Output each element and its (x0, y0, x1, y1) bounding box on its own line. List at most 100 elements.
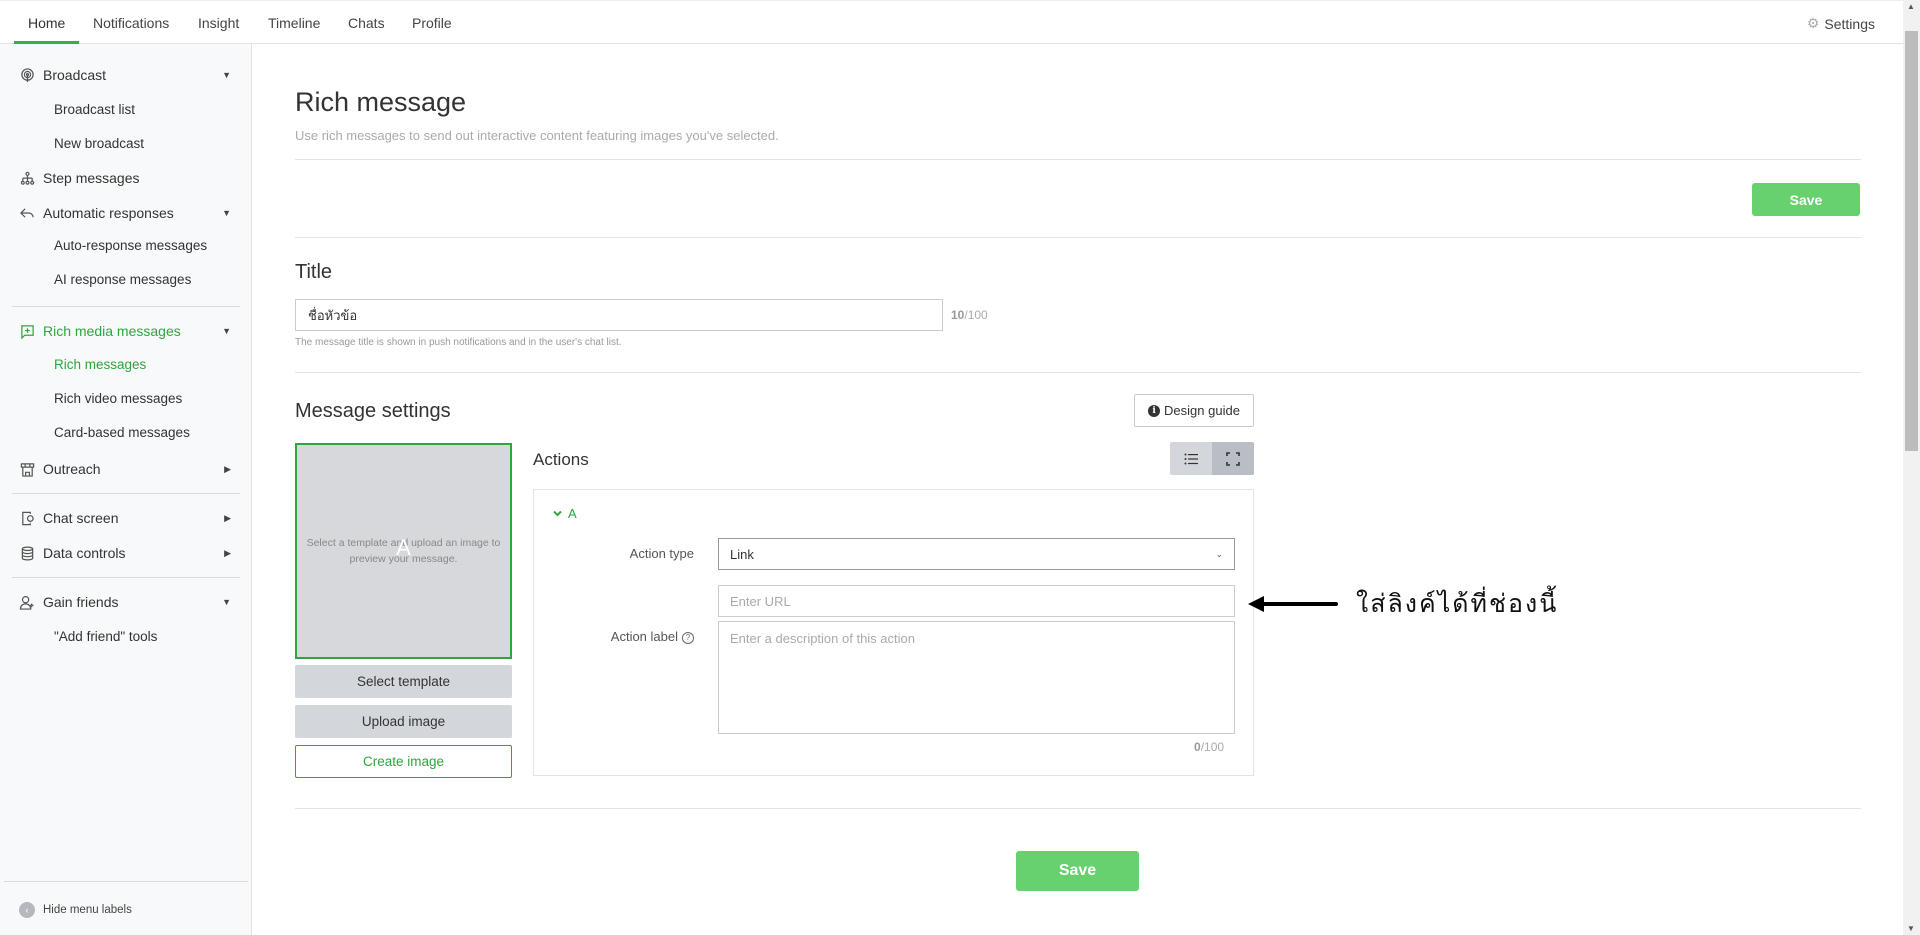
message-preview[interactable]: Select a template and upload an image to… (295, 443, 512, 659)
scroll-up-icon[interactable]: ▲ (1907, 2, 1915, 11)
create-image-button[interactable]: Create image (295, 745, 512, 778)
action-label-counter: 0/100 (1194, 740, 1224, 754)
sidebar-item-label: Gain friends (43, 594, 119, 610)
settings-link[interactable]: ⚙ Settings (1807, 15, 1875, 32)
sidebar-item-rich-video-messages[interactable]: Rich video messages (54, 391, 182, 406)
save-button-top[interactable]: Save (1752, 183, 1860, 216)
sidebar-item-label: Rich media messages (43, 323, 181, 339)
annotation: ใส่ลิงค์ได้ที่ช่องนี้ (1246, 584, 1558, 624)
arrow-left-icon (1248, 596, 1338, 612)
page-title: Rich message (295, 87, 467, 117)
scrollbar[interactable]: ▲ ▼ (1903, 0, 1920, 935)
sidebar-divider (12, 577, 240, 578)
top-navigation: Home Notifications Insight Timeline Chat… (0, 0, 1903, 44)
fullscreen-view-button[interactable] (1212, 442, 1254, 475)
title-heading: Title (295, 261, 333, 283)
sidebar-item-label: Broadcast (43, 67, 107, 83)
sidebar-item-ai-response-messages[interactable]: AI response messages (54, 272, 191, 287)
sidebar-item-broadcast[interactable]: Broadcast ▼ (19, 65, 231, 85)
info-icon: i (1148, 404, 1161, 417)
action-label-textarea[interactable]: Enter a description of this action (718, 621, 1235, 734)
database-icon (19, 545, 35, 561)
sidebar-divider (12, 493, 240, 494)
help-icon[interactable]: ? (682, 631, 694, 644)
caret-down-icon: ▼ (222, 70, 231, 80)
sidebar-item-label: Automatic responses (43, 205, 174, 221)
divider (295, 237, 1861, 238)
design-guide-label: Design guide (1164, 403, 1240, 418)
sidebar-item-card-based-messages[interactable]: Card-based messages (54, 425, 190, 440)
action-type-value: Link (730, 546, 754, 562)
gear-icon: ⚙ (1806, 15, 1820, 31)
add-user-icon (19, 594, 35, 610)
rich-media-icon (19, 323, 35, 339)
sidebar-divider (4, 881, 248, 882)
sidebar-item-auto-response-messages[interactable]: Auto-response messages (54, 238, 207, 253)
chevron-down-icon (553, 510, 562, 517)
label-count: 0 (1194, 740, 1201, 754)
action-label-label: Action label? (574, 629, 694, 644)
chevron-down-icon: ⌄ (1215, 548, 1223, 559)
select-template-button[interactable]: Select template (295, 665, 512, 698)
title-input[interactable]: ชื่อหัวข้อ (295, 299, 943, 331)
sidebar-item-data-controls[interactable]: Data controls ▶ (19, 543, 231, 563)
view-toggle (1170, 442, 1254, 475)
broadcast-icon (19, 67, 35, 83)
sidebar-item-rich-media-messages[interactable]: Rich media messages ▼ (19, 321, 231, 341)
title-hint: The message title is shown in push notif… (295, 337, 622, 348)
actions-heading: Actions (533, 450, 589, 469)
sidebar-item-new-broadcast[interactable]: New broadcast (54, 136, 144, 151)
step-hierarchy-icon (19, 170, 35, 186)
sidebar-item-label: Outreach (43, 461, 101, 477)
tab-insight[interactable]: Insight (198, 15, 239, 31)
upload-image-button[interactable]: Upload image (295, 705, 512, 738)
tab-profile[interactable]: Profile (412, 15, 452, 31)
action-type-select[interactable]: Link ⌄ (718, 538, 1235, 570)
settings-label: Settings (1824, 15, 1875, 32)
scroll-down-icon[interactable]: ▼ (1907, 924, 1915, 933)
action-type-label: Action type (629, 546, 694, 561)
tab-notifications[interactable]: Notifications (93, 15, 169, 31)
title-char-counter: 10/100 (951, 308, 988, 322)
divider (295, 808, 1861, 809)
caret-right-icon: ▶ (224, 463, 231, 474)
caret-down-icon: ▼ (222, 326, 231, 336)
caret-right-icon: ▶ (224, 512, 231, 523)
tab-chats[interactable]: Chats (348, 15, 385, 31)
message-settings-heading: Message settings (295, 400, 451, 422)
main-content: Rich message Use rich messages to send o… (253, 44, 1903, 935)
sidebar-item-label: Step messages (43, 170, 140, 186)
hide-menu-labels-button[interactable]: ‹ Hide menu labels (19, 902, 132, 918)
action-label-text: Action label (610, 629, 678, 644)
action-a-accordion[interactable]: A (553, 506, 577, 521)
sidebar-item-outreach[interactable]: Outreach ▶ (19, 459, 231, 479)
scrollbar-thumb[interactable] (1905, 31, 1918, 451)
sidebar-item-chat-screen[interactable]: Chat screen ▶ (19, 508, 231, 528)
design-guide-button[interactable]: i Design guide (1134, 394, 1254, 427)
sidebar-item-automatic-responses[interactable]: Automatic responses ▼ (19, 203, 231, 223)
expand-icon (1226, 451, 1240, 466)
title-max: /100 (964, 308, 988, 322)
reply-icon (19, 205, 35, 221)
list-view-button[interactable] (1170, 442, 1212, 475)
tab-home[interactable]: Home (28, 15, 65, 31)
sidebar-divider (12, 306, 240, 307)
sidebar-item-label: Chat screen (43, 510, 119, 526)
sidebar-item-step-messages[interactable]: Step messages (19, 168, 231, 188)
tab-timeline[interactable]: Timeline (268, 15, 320, 31)
list-icon (1184, 453, 1198, 464)
caret-down-icon: ▼ (222, 208, 231, 218)
divider (295, 159, 1861, 160)
url-input[interactable]: Enter URL (718, 585, 1235, 617)
hide-menu-labels-text: Hide menu labels (43, 904, 132, 916)
chat-screen-icon (19, 510, 35, 526)
label-max: /100 (1200, 740, 1225, 754)
sidebar-item-rich-messages[interactable]: Rich messages (54, 357, 146, 372)
sidebar-item-add-friend-tools[interactable]: "Add friend" tools (54, 629, 157, 644)
divider (295, 372, 1861, 373)
caret-right-icon: ▶ (224, 547, 231, 558)
sidebar-item-gain-friends[interactable]: Gain friends ▼ (19, 592, 231, 612)
storefront-icon (19, 461, 35, 477)
sidebar-item-broadcast-list[interactable]: Broadcast list (54, 102, 135, 117)
save-button-bottom[interactable]: Save (1016, 851, 1139, 891)
